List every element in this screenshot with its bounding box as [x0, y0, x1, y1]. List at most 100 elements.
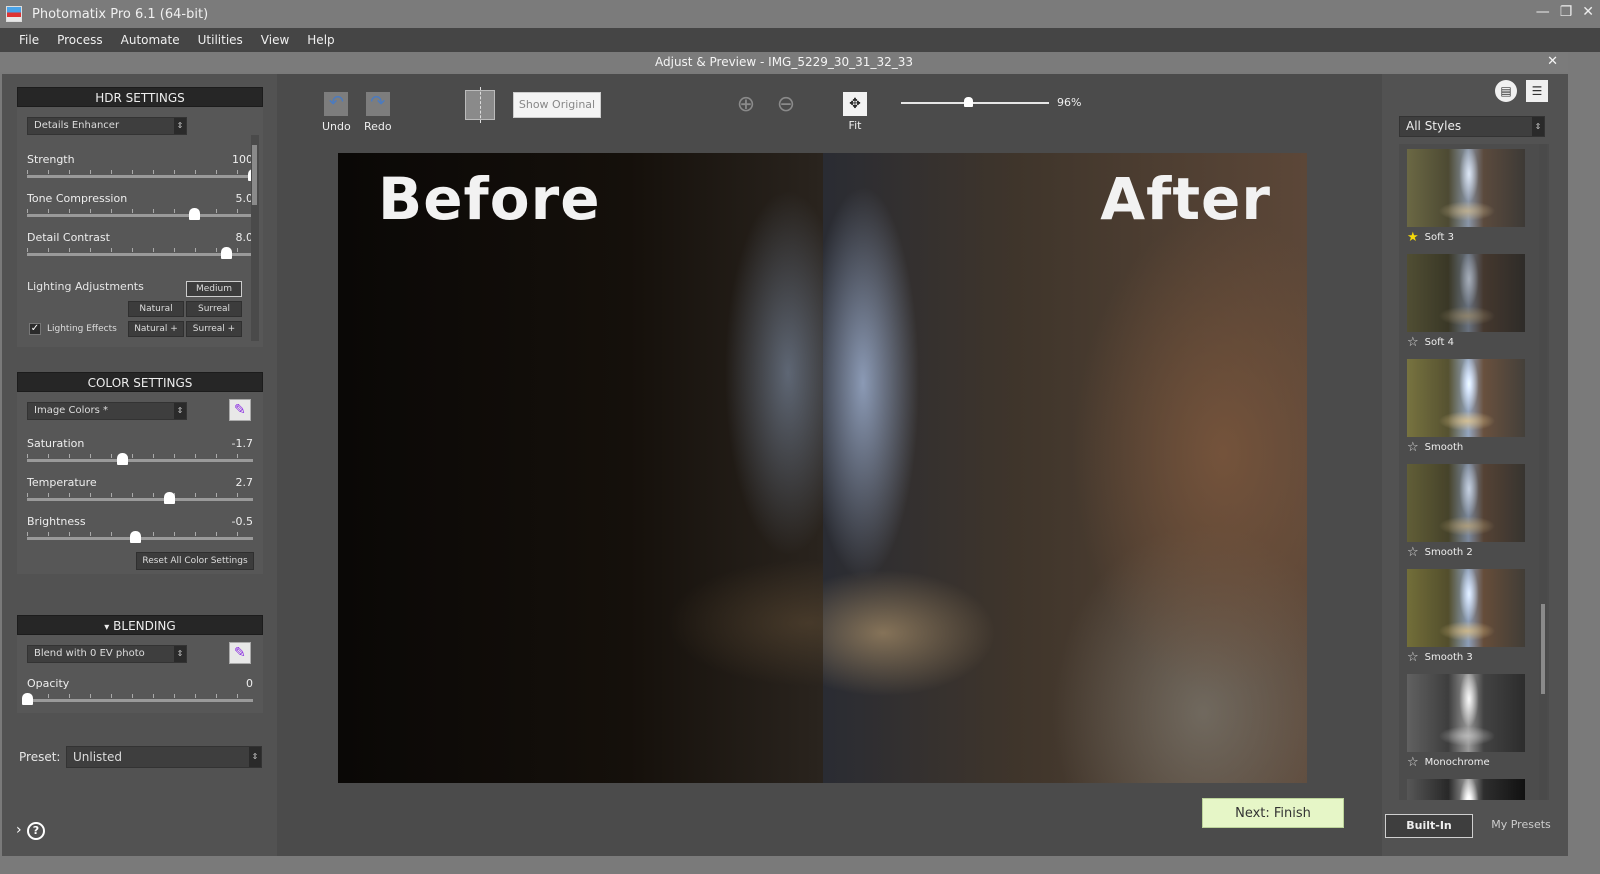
hdr-settings-panel: HDR SETTINGS Details Enhancer ⇕ Strength…	[17, 87, 263, 347]
style-item[interactable]: ☆ Smooth 3	[1407, 569, 1525, 665]
style-name: Smooth	[1424, 442, 1464, 453]
lighting-surreal-button[interactable]: Surreal	[186, 301, 242, 317]
close-icon[interactable]: ✕	[1582, 4, 1594, 20]
star-icon[interactable]: ☆	[1407, 440, 1419, 455]
slider-thumb[interactable]	[22, 693, 33, 705]
menu-file[interactable]: File	[19, 33, 39, 47]
style-thumbnail[interactable]	[1407, 464, 1525, 542]
slider-thumb[interactable]	[220, 247, 232, 259]
star-icon[interactable]: ☆	[1407, 650, 1419, 665]
lighting-effects-checkbox[interactable]: ✓ Lighting Effects	[29, 323, 117, 335]
slider-thumb[interactable]	[164, 492, 176, 504]
zoom-slider[interactable]	[901, 97, 1049, 107]
style-item[interactable]	[1407, 779, 1525, 800]
style-item[interactable]: ☆ Soft 4	[1407, 254, 1525, 350]
style-thumbnail[interactable]	[1407, 359, 1525, 437]
color-preset-dropdown[interactable]: Image Colors * ⇕	[27, 402, 187, 420]
show-original-button[interactable]: Show Original	[513, 92, 601, 118]
lighting-natural-button[interactable]: Natural	[128, 301, 184, 317]
fit-arrows-icon: ✥	[843, 92, 867, 116]
zoom-in-icon[interactable]: ⊕	[733, 92, 759, 118]
style-item[interactable]: ☆ Smooth 2	[1407, 464, 1525, 560]
slider-track[interactable]	[27, 214, 253, 217]
brightness-slider[interactable]: Brightness -0.5	[27, 515, 253, 551]
restore-icon[interactable]: ❐	[1560, 4, 1573, 20]
blend-mode-dropdown[interactable]: Blend with 0 EV photo ⇕	[27, 645, 187, 663]
style-filter-dropdown[interactable]: All Styles ⇕	[1399, 116, 1545, 137]
zoom-slider-thumb[interactable]	[963, 97, 973, 107]
blending-header[interactable]: ▾ BLENDING	[17, 615, 263, 635]
before-label: Before	[378, 165, 601, 233]
strength-slider[interactable]: Strength 100	[27, 153, 259, 189]
star-filled-icon[interactable]: ★	[1407, 230, 1419, 245]
lighting-medium-button[interactable]: Medium	[186, 281, 242, 297]
tab-my-presets[interactable]: My Presets	[1477, 814, 1565, 838]
hdr-settings-scrollbar[interactable]	[251, 135, 259, 341]
scrollbar-thumb[interactable]	[252, 145, 257, 205]
redo-label: Redo	[364, 120, 392, 133]
slider-thumb[interactable]	[130, 531, 142, 543]
menu-utilities[interactable]: Utilities	[198, 33, 243, 47]
star-icon[interactable]: ☆	[1407, 755, 1419, 770]
blend-mode-value: Blend with 0 EV photo	[34, 648, 145, 659]
slider-ticks	[27, 454, 253, 458]
style-thumbnail[interactable]	[1407, 779, 1525, 800]
style-filter-value: All Styles	[1406, 119, 1462, 133]
temperature-slider[interactable]: Temperature 2.7	[27, 476, 253, 512]
saturation-label: Saturation	[27, 437, 85, 450]
zoom-out-icon[interactable]: ⊖	[773, 92, 799, 118]
detail-contrast-label: Detail Contrast	[27, 231, 110, 244]
scrollbar-thumb[interactable]	[1541, 604, 1545, 694]
style-item[interactable]: ☆ Smooth	[1407, 359, 1525, 455]
tone-compression-slider[interactable]: Tone Compression 5.0	[27, 192, 253, 228]
list-view-icon[interactable]: ☰	[1526, 80, 1548, 102]
color-brush-button[interactable]: ✎	[229, 399, 251, 421]
dialog-close-icon[interactable]: ✕	[1547, 52, 1558, 72]
undo-button[interactable]: ↶ Undo	[322, 92, 351, 133]
preset-dropdown[interactable]: Unlisted ⇕	[66, 746, 262, 768]
settings-sidebar: HDR SETTINGS Details Enhancer ⇕ Strength…	[2, 74, 277, 856]
star-icon[interactable]: ☆	[1407, 335, 1419, 350]
saturation-slider[interactable]: Saturation -1.7	[27, 437, 253, 473]
menu-view[interactable]: View	[261, 33, 289, 47]
checkbox-checked-icon[interactable]: ✓	[29, 323, 41, 335]
expand-chevron-icon[interactable]: ›	[16, 822, 22, 838]
fit-button[interactable]: ✥ Fit	[843, 92, 867, 132]
slider-thumb[interactable]	[189, 208, 201, 220]
redo-button[interactable]: ↷ Redo	[364, 92, 392, 133]
opacity-slider[interactable]: Opacity 0	[22, 677, 253, 713]
slider-track[interactable]	[27, 253, 253, 256]
filmstrip-view-icon[interactable]: ▤	[1495, 80, 1517, 102]
slider-track[interactable]	[27, 175, 253, 178]
slider-track[interactable]	[27, 699, 253, 702]
style-item[interactable]: ☆ Monochrome	[1407, 674, 1525, 770]
detail-contrast-slider[interactable]: Detail Contrast 8.0	[27, 231, 253, 267]
method-dropdown[interactable]: Details Enhancer ⇕	[27, 117, 187, 135]
styles-scrollbar[interactable]	[1539, 144, 1547, 800]
menu-help[interactable]: Help	[307, 33, 334, 47]
next-finish-button[interactable]: Next: Finish	[1202, 798, 1344, 828]
lighting-surreal-plus-button[interactable]: Surreal +	[186, 321, 242, 337]
minimize-icon[interactable]: —	[1536, 4, 1550, 20]
style-item[interactable]: ★ Soft 3	[1407, 149, 1525, 245]
style-thumbnail[interactable]	[1407, 254, 1525, 332]
tab-built-in[interactable]: Built-In	[1385, 814, 1473, 838]
slider-track[interactable]	[27, 459, 253, 462]
split-view-icon[interactable]	[465, 87, 495, 123]
blend-brush-button[interactable]: ✎	[229, 642, 251, 664]
help-icon[interactable]: ?	[27, 822, 45, 840]
style-thumbnail[interactable]	[1407, 569, 1525, 647]
lighting-effects-label: Lighting Effects	[47, 324, 117, 334]
preview-image[interactable]: Before After	[338, 153, 1307, 783]
styles-sidebar: ▤ ☰ All Styles ⇕ ★ Soft 3 ☆ Soft 4 ☆ Smooth…	[1382, 74, 1568, 856]
menu-process[interactable]: Process	[57, 33, 103, 47]
style-thumbnail[interactable]	[1407, 149, 1525, 227]
lighting-natural-plus-button[interactable]: Natural +	[128, 321, 184, 337]
slider-thumb[interactable]	[116, 453, 128, 465]
star-icon[interactable]: ☆	[1407, 545, 1419, 560]
style-thumbnail[interactable]	[1407, 674, 1525, 752]
slider-track[interactable]	[27, 498, 253, 501]
menu-automate[interactable]: Automate	[121, 33, 180, 47]
reset-color-settings-button[interactable]: Reset All Color Settings	[136, 552, 254, 570]
after-label: After	[1100, 165, 1271, 233]
